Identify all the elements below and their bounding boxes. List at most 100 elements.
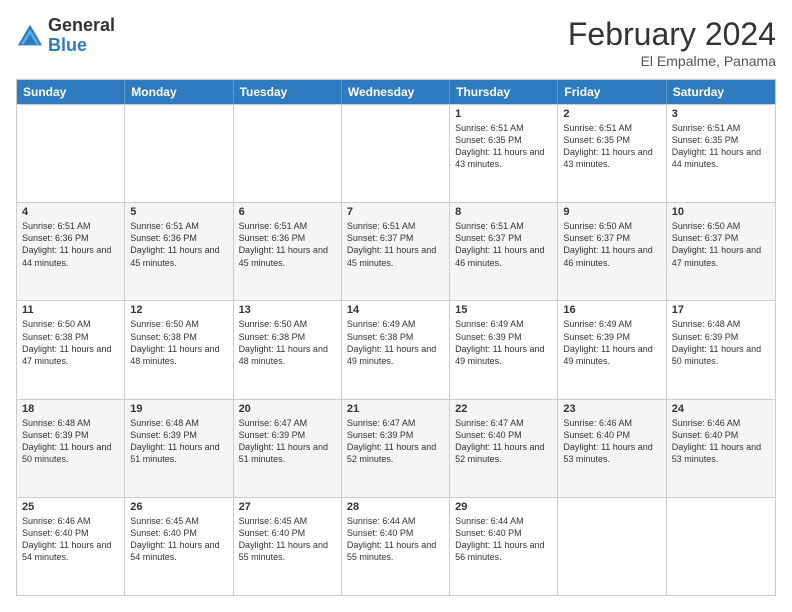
day-number: 14 bbox=[347, 304, 444, 316]
cell-w1-d5: 1Sunrise: 6:51 AMSunset: 6:35 PMDaylight… bbox=[450, 105, 558, 202]
day-info: Sunrise: 6:50 AMSunset: 6:37 PMDaylight:… bbox=[563, 220, 660, 269]
cell-w5-d5: 29Sunrise: 6:44 AMSunset: 6:40 PMDayligh… bbox=[450, 498, 558, 595]
day-info: Sunrise: 6:48 AMSunset: 6:39 PMDaylight:… bbox=[22, 417, 119, 466]
cell-w5-d2: 26 Sunrise: 6:45 AMSunset: 6:40 PMDayligh… bbox=[125, 498, 233, 595]
col-sunday: Sunday bbox=[17, 80, 125, 104]
day-number: 25 bbox=[22, 501, 119, 513]
day-number: 12 bbox=[130, 304, 227, 316]
day-number: 24 bbox=[672, 403, 770, 415]
cell-w3-d6: 16 Sunrise: 6:49 AMSunset: 6:39 PMDayligh… bbox=[558, 301, 666, 398]
day-number: 29 bbox=[455, 501, 552, 513]
col-saturday: Saturday bbox=[667, 80, 775, 104]
logo-blue: Blue bbox=[48, 35, 87, 55]
cell-w1-d4 bbox=[342, 105, 450, 202]
day-number: 10 bbox=[672, 206, 770, 218]
month-year: February 2024 bbox=[568, 16, 776, 53]
cell-w1-d7: 3 Sunrise: 6:51 AMSunset: 6:35 PMDaylight… bbox=[667, 105, 775, 202]
day-info: Sunrise: 6:51 AMSunset: 6:37 PMDaylight:… bbox=[455, 220, 552, 269]
day-info: Sunrise: 6:46 AMSunset: 6:40 PMDaylight:… bbox=[22, 515, 119, 564]
day-info: Sunrise: 6:48 AMSunset: 6:39 PMDaylight:… bbox=[672, 318, 770, 367]
logo-icon bbox=[16, 22, 44, 50]
cell-w5-d7 bbox=[667, 498, 775, 595]
day-number: 13 bbox=[239, 304, 336, 316]
day-info: Sunrise: 6:51 AMSunset: 6:36 PMDaylight:… bbox=[130, 220, 227, 269]
cell-w5-d3: 27Sunrise: 6:45 AMSunset: 6:40 PMDayligh… bbox=[234, 498, 342, 595]
cell-w3-d3: 13 Sunrise: 6:50 AMSunset: 6:38 PMDayligh… bbox=[234, 301, 342, 398]
day-info: Sunrise: 6:45 AMSunset: 6:40 PMDaylight:… bbox=[130, 515, 227, 564]
cell-w3-d2: 12 Sunrise: 6:50 AMSunset: 6:38 PMDayligh… bbox=[125, 301, 233, 398]
day-info: Sunrise: 6:50 AMSunset: 6:38 PMDaylight:… bbox=[130, 318, 227, 367]
day-info: Sunrise: 6:50 AMSunset: 6:38 PMDaylight:… bbox=[239, 318, 336, 367]
calendar: Sunday Monday Tuesday Wednesday Thursday… bbox=[16, 79, 776, 596]
location: El Empalme, Panama bbox=[568, 53, 776, 69]
cell-w4-d1: 18 Sunrise: 6:48 AMSunset: 6:39 PMDayligh… bbox=[17, 400, 125, 497]
cell-w1-d3 bbox=[234, 105, 342, 202]
title-block: February 2024 El Empalme, Panama bbox=[568, 16, 776, 69]
week-row-4: 18 Sunrise: 6:48 AMSunset: 6:39 PMDayligh… bbox=[17, 399, 775, 497]
day-info: Sunrise: 6:51 AMSunset: 6:36 PMDaylight:… bbox=[239, 220, 336, 269]
day-number: 11 bbox=[22, 304, 119, 316]
day-number: 19 bbox=[130, 403, 227, 415]
day-number: 26 bbox=[130, 501, 227, 513]
day-number: 9 bbox=[563, 206, 660, 218]
cell-w2-d5: 8 Sunrise: 6:51 AMSunset: 6:37 PMDaylight… bbox=[450, 203, 558, 300]
day-info: Sunrise: 6:48 AMSunset: 6:39 PMDaylight:… bbox=[130, 417, 227, 466]
cell-w1-d6: 2Sunrise: 6:51 AMSunset: 6:35 PMDaylight… bbox=[558, 105, 666, 202]
day-info: Sunrise: 6:51 AMSunset: 6:35 PMDaylight:… bbox=[672, 122, 770, 171]
cell-w5-d6 bbox=[558, 498, 666, 595]
col-thursday: Thursday bbox=[450, 80, 558, 104]
cell-w3-d7: 17Sunrise: 6:48 AMSunset: 6:39 PMDayligh… bbox=[667, 301, 775, 398]
week-row-2: 4 Sunrise: 6:51 AMSunset: 6:36 PMDaylight… bbox=[17, 202, 775, 300]
cell-w4-d5: 22Sunrise: 6:47 AMSunset: 6:40 PMDayligh… bbox=[450, 400, 558, 497]
day-info: Sunrise: 6:51 AMSunset: 6:37 PMDaylight:… bbox=[347, 220, 444, 269]
cell-w2-d1: 4 Sunrise: 6:51 AMSunset: 6:36 PMDaylight… bbox=[17, 203, 125, 300]
col-monday: Monday bbox=[125, 80, 233, 104]
logo: General Blue bbox=[16, 16, 115, 56]
day-info: Sunrise: 6:50 AMSunset: 6:38 PMDaylight:… bbox=[22, 318, 119, 367]
cell-w5-d1: 25 Sunrise: 6:46 AMSunset: 6:40 PMDayligh… bbox=[17, 498, 125, 595]
cell-w5-d4: 28Sunrise: 6:44 AMSunset: 6:40 PMDayligh… bbox=[342, 498, 450, 595]
day-number: 6 bbox=[239, 206, 336, 218]
cell-w1-d1 bbox=[17, 105, 125, 202]
day-info: Sunrise: 6:51 AMSunset: 6:35 PMDaylight:… bbox=[455, 122, 552, 171]
day-info: Sunrise: 6:47 AMSunset: 6:39 PMDaylight:… bbox=[239, 417, 336, 466]
day-number: 16 bbox=[563, 304, 660, 316]
week-row-3: 11 Sunrise: 6:50 AMSunset: 6:38 PMDayligh… bbox=[17, 300, 775, 398]
day-number: 4 bbox=[22, 206, 119, 218]
cell-w4-d7: 24 Sunrise: 6:46 AMSunset: 6:40 PMDayligh… bbox=[667, 400, 775, 497]
cell-w3-d1: 11 Sunrise: 6:50 AMSunset: 6:38 PMDayligh… bbox=[17, 301, 125, 398]
day-number: 22 bbox=[455, 403, 552, 415]
day-info: Sunrise: 6:46 AMSunset: 6:40 PMDaylight:… bbox=[672, 417, 770, 466]
day-info: Sunrise: 6:45 AMSunset: 6:40 PMDaylight:… bbox=[239, 515, 336, 564]
day-info: Sunrise: 6:49 AMSunset: 6:39 PMDaylight:… bbox=[455, 318, 552, 367]
day-info: Sunrise: 6:49 AMSunset: 6:39 PMDaylight:… bbox=[563, 318, 660, 367]
col-wednesday: Wednesday bbox=[342, 80, 450, 104]
day-number: 21 bbox=[347, 403, 444, 415]
day-number: 8 bbox=[455, 206, 552, 218]
day-info: Sunrise: 6:51 AMSunset: 6:35 PMDaylight:… bbox=[563, 122, 660, 171]
week-row-5: 25 Sunrise: 6:46 AMSunset: 6:40 PMDayligh… bbox=[17, 497, 775, 595]
col-friday: Friday bbox=[558, 80, 666, 104]
cell-w4-d3: 20 Sunrise: 6:47 AMSunset: 6:39 PMDayligh… bbox=[234, 400, 342, 497]
calendar-header: Sunday Monday Tuesday Wednesday Thursday… bbox=[17, 80, 775, 104]
cell-w2-d6: 9 Sunrise: 6:50 AMSunset: 6:37 PMDaylight… bbox=[558, 203, 666, 300]
day-info: Sunrise: 6:51 AMSunset: 6:36 PMDaylight:… bbox=[22, 220, 119, 269]
cell-w4-d2: 19 Sunrise: 6:48 AMSunset: 6:39 PMDayligh… bbox=[125, 400, 233, 497]
day-number: 20 bbox=[239, 403, 336, 415]
day-info: Sunrise: 6:47 AMSunset: 6:39 PMDaylight:… bbox=[347, 417, 444, 466]
day-number: 5 bbox=[130, 206, 227, 218]
day-number: 18 bbox=[22, 403, 119, 415]
calendar-body: 1Sunrise: 6:51 AMSunset: 6:35 PMDaylight… bbox=[17, 104, 775, 595]
cell-w2-d7: 10 Sunrise: 6:50 AMSunset: 6:37 PMDayligh… bbox=[667, 203, 775, 300]
day-number: 23 bbox=[563, 403, 660, 415]
cell-w3-d5: 15 Sunrise: 6:49 AMSunset: 6:39 PMDayligh… bbox=[450, 301, 558, 398]
day-number: 15 bbox=[455, 304, 552, 316]
day-info: Sunrise: 6:46 AMSunset: 6:40 PMDaylight:… bbox=[563, 417, 660, 466]
day-info: Sunrise: 6:50 AMSunset: 6:37 PMDaylight:… bbox=[672, 220, 770, 269]
day-number: 3 bbox=[672, 108, 770, 120]
cell-w2-d2: 5 Sunrise: 6:51 AMSunset: 6:36 PMDaylight… bbox=[125, 203, 233, 300]
cell-w1-d2 bbox=[125, 105, 233, 202]
day-info: Sunrise: 6:49 AMSunset: 6:38 PMDaylight:… bbox=[347, 318, 444, 367]
header: General Blue February 2024 El Empalme, P… bbox=[16, 16, 776, 69]
cell-w2-d3: 6 Sunrise: 6:51 AMSunset: 6:36 PMDaylight… bbox=[234, 203, 342, 300]
